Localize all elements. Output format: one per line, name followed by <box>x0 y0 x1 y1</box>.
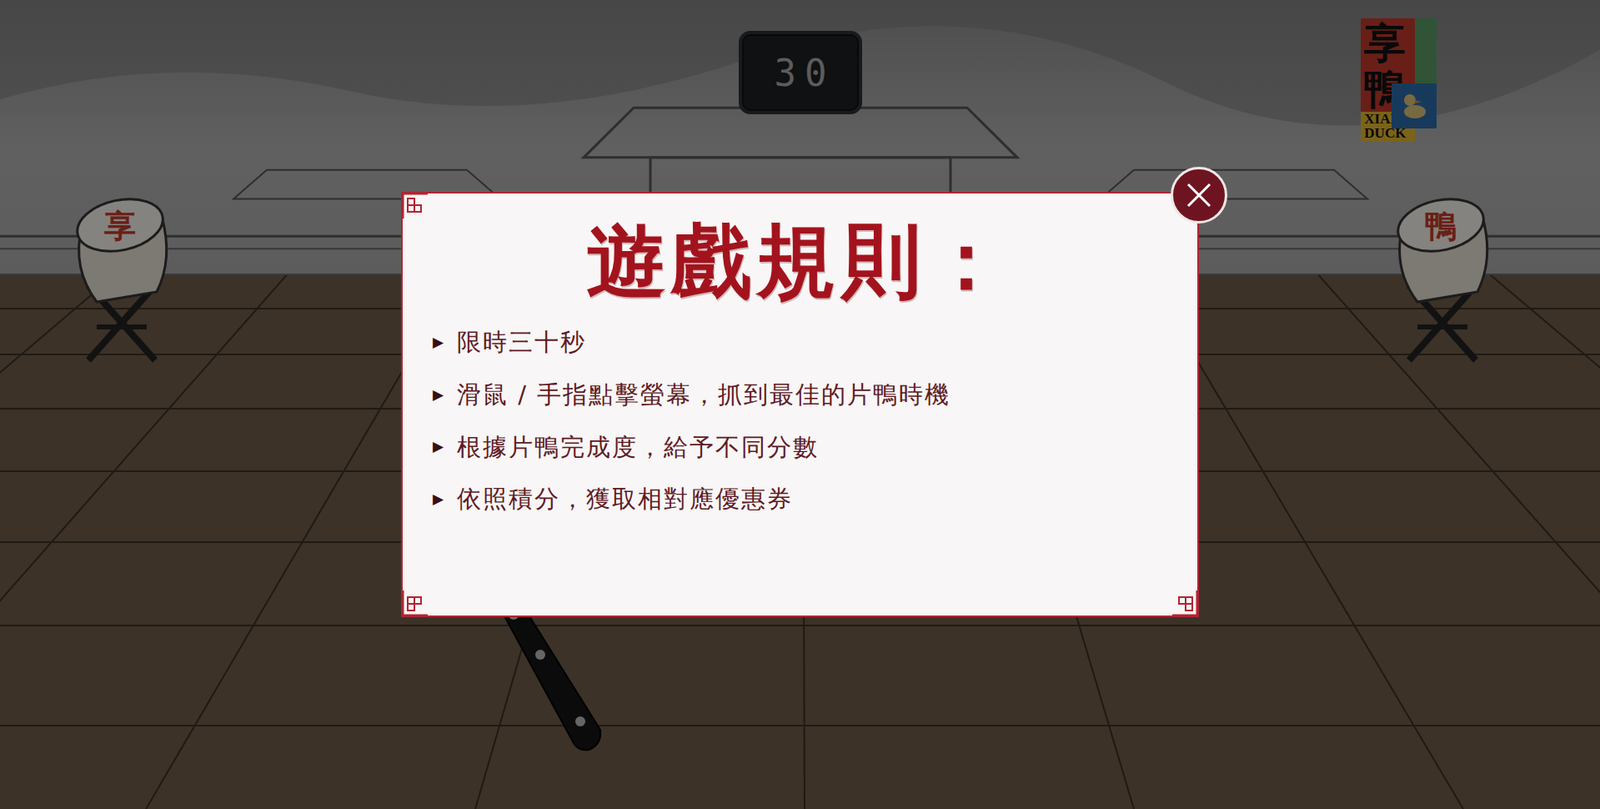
rule-bullet: ▶ <box>432 491 444 507</box>
dialog-title: 遊戲規則： <box>432 215 1164 307</box>
rule-list: ▶ 限時三十秒 ▶ 滑鼠 / 手指點擊螢幕，抓到最佳的片鴨時機 ▶ 根據片鴨完成度，給予不… <box>432 325 1164 516</box>
rules-dialog: 遊戲規則： ▶ 限時三十秒 ▶ 滑鼠 / 手指點擊螢幕，抓到最佳的片鴨時機 ▶ 根據片鴨完成… <box>401 191 1199 617</box>
rule-text: 滑鼠 / 手指點擊螢幕，抓到最佳的片鴨時機 <box>456 377 951 412</box>
close-button[interactable] <box>1170 166 1228 224</box>
corner-ornament-icon <box>399 586 432 619</box>
rule-text: 限時三十秒 <box>456 325 587 360</box>
rule-bullet: ▶ <box>432 387 444 402</box>
corner-ornament-icon <box>1168 586 1201 619</box>
game-stage: 30享鴨XIANGDUCK享鴨遊戲規則：▶限時三十秒▶滑鼠 / 手指點擊螢幕，抓… <box>0 0 1600 809</box>
close-icon <box>1184 180 1214 210</box>
rule-item: ▶ 根據片鴨完成度，給予不同分數 <box>432 430 1164 465</box>
rule-text: 根據片鴨完成度，給予不同分數 <box>456 430 819 465</box>
rule-item: ▶ 限時三十秒 <box>432 325 1164 360</box>
rule-item: ▶ 滑鼠 / 手指點擊螢幕，抓到最佳的片鴨時機 <box>432 377 1164 412</box>
rule-bullet: ▶ <box>432 439 444 454</box>
rule-item: ▶ 依照積分，獲取相對應優惠券 <box>432 481 1164 517</box>
rule-text: 依照積分，獲取相對應優惠券 <box>456 481 793 517</box>
corner-ornament-icon <box>399 190 432 222</box>
rule-bullet: ▶ <box>432 335 444 350</box>
